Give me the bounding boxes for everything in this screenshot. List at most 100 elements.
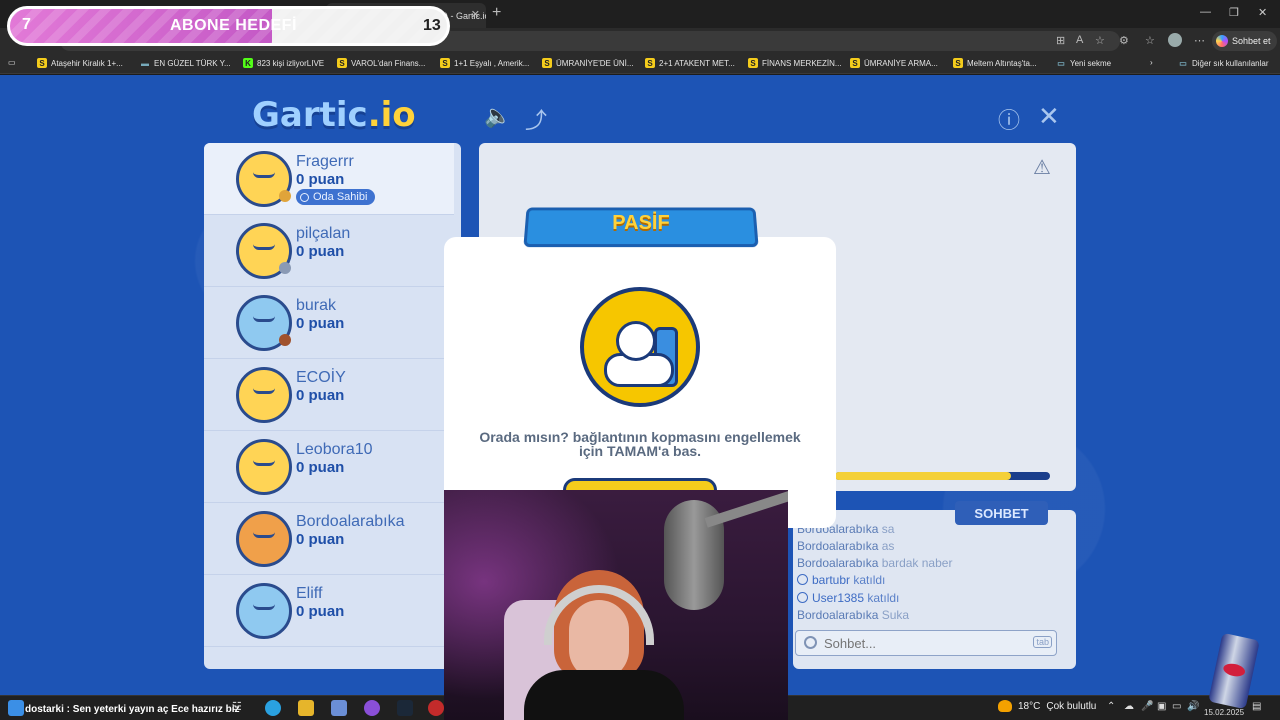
player-name: burak (296, 297, 337, 314)
profile-avatar[interactable] (1168, 33, 1182, 47)
tray-display-icon[interactable]: ▣ (1157, 701, 1166, 712)
round-timer-bar (835, 472, 1050, 480)
sleeping-icon (580, 287, 700, 407)
bookmark-item[interactable]: S 2+1 ATAKENT MET... (645, 58, 735, 68)
logo-suffix: .io (367, 95, 416, 135)
tray-volume-icon[interactable]: 🔊 (1187, 701, 1199, 712)
new-tab-button[interactable]: + (492, 4, 501, 22)
player-row[interactable]: pilçalan 0 puan (204, 215, 454, 287)
app-icon[interactable] (331, 700, 347, 716)
bookmark-item[interactable]: S ÜMRANİYE'DE ÜNİ... (542, 58, 634, 68)
player-score: 0 puan (296, 459, 345, 476)
round-timer-fill (835, 472, 1012, 480)
player-score: 0 puan (296, 243, 345, 260)
copilot-icon (1216, 35, 1228, 47)
player-avatar (236, 583, 292, 639)
weather-desc: Çok bulutlu (1046, 700, 1097, 712)
bookmark-item[interactable]: S FİNANS MERKEZİN... (748, 58, 842, 68)
goal-current: 7 (22, 16, 31, 33)
discord-icon[interactable] (364, 700, 380, 716)
read-aloud-icon[interactable]: A (1076, 34, 1083, 46)
player-row[interactable]: Fragerrr 0 puan Oda Sahibi (204, 143, 454, 215)
player-row[interactable]: ECOİY 0 puan (204, 359, 454, 431)
bookmark-flag-icon: ▬ (141, 58, 149, 68)
bookmark-item[interactable]: S VAROL'dan Finans... (337, 58, 425, 68)
minimize-icon[interactable]: — (1200, 6, 1211, 18)
player-score: 0 puan (296, 171, 345, 188)
chat-message: Bordoalarabıka as (797, 539, 895, 553)
extensions-icon[interactable]: ⚙ (1119, 34, 1129, 47)
player-avatar (236, 439, 292, 495)
modal-title: PASİF (612, 212, 670, 234)
bookmark-item[interactable]: S 1+1 Eşyalı , Amerik... (440, 58, 529, 68)
more-menu-icon[interactable]: ⋯ (1194, 34, 1205, 47)
weather-cloud-icon (998, 700, 1012, 712)
taskbar-date: 15.02.2025 (1204, 708, 1245, 717)
player-avatar (236, 295, 292, 351)
tray-app-icon[interactable]: ☁ (1124, 701, 1134, 712)
sohbet-et-label: Sohbet et (1232, 36, 1271, 46)
favorites-icon[interactable]: ☆ (1145, 34, 1155, 47)
bookmark-item[interactable]: S Ataşehir Kiralık 1+... (37, 58, 123, 68)
player-row[interactable]: Eliff 0 puan (204, 575, 454, 647)
sohbet-et-button[interactable]: Sohbet et (1212, 31, 1277, 51)
modal-message: Orada mısın? bağlantının kopmasını engel… (479, 429, 801, 459)
player-row[interactable]: Bordoalarabıka 0 puan (204, 503, 454, 575)
bookmark-item[interactable]: ▬ EN GÜZEL TÜRK Y... (140, 58, 231, 68)
player-row[interactable]: Leobora10 0 puan (204, 431, 454, 503)
player-name: pilçalan (296, 225, 351, 242)
tray-network-icon[interactable]: ▭ (1172, 701, 1181, 712)
bookmark-s-icon: S (337, 58, 347, 68)
modal-ribbon: PASİF (515, 203, 767, 255)
favorite-star-icon[interactable]: ☆ (1095, 34, 1105, 47)
bookmark-s-icon: S (37, 58, 47, 68)
weather-widget[interactable]: 18°C Çok bulutlu (998, 700, 1096, 712)
bookmark-item[interactable]: S ÜMRANİYE ARMA... (850, 58, 938, 68)
player-name: ECOİY (296, 369, 346, 386)
other-bookmarks[interactable]: ▭ Diğer sık kullanılanlar (1178, 58, 1268, 68)
chat-message: Bordoalarabıka bardak naber (797, 556, 953, 570)
chat-input[interactable] (824, 635, 1024, 651)
info-icon[interactable]: ⓘ (998, 103, 1020, 135)
chevron-right-icon[interactable]: › (1150, 58, 1153, 67)
chat-tab-button[interactable]: SOHBET (955, 501, 1048, 525)
close-window-icon[interactable]: ✕ (1258, 6, 1267, 19)
steam-icon[interactable] (397, 700, 413, 716)
player-avatar (236, 511, 292, 567)
report-warning-icon[interactable]: ⚠ (1033, 155, 1051, 180)
player-avatar (236, 223, 292, 279)
player-name: Bordoalarabıka (296, 513, 405, 530)
bookmarks-bar: ▭ S Ataşehir Kiralık 1+... ▬ EN GÜZEL TÜRK… (0, 54, 1280, 74)
bookmarks-toggle-icon[interactable]: ▭ (8, 58, 16, 67)
file-explorer-icon[interactable] (298, 700, 314, 716)
bookmark-item[interactable]: S Meltem Altıntaş'ta... (953, 58, 1037, 68)
search-icon (804, 636, 817, 649)
chat-join-message: bartubr katıldı (797, 573, 885, 587)
edge-icon[interactable] (265, 700, 281, 716)
gartic-logo: Gartic.io (252, 95, 416, 135)
goal-target: 13 (423, 17, 441, 34)
bookmark-k-icon: K (243, 58, 253, 68)
player-avatar (236, 367, 292, 423)
player-name: Leobora10 (296, 441, 373, 458)
player-name: Fragerrr (296, 153, 354, 170)
bookmark-s-icon: S (850, 58, 860, 68)
player-score: 0 puan (296, 315, 345, 332)
player-row[interactable]: burak 0 puan (204, 287, 454, 359)
bookmark-item[interactable]: K 823 kişi izliyorLIVE (243, 58, 324, 68)
bookmark-item[interactable]: ▭ Yeni sekme (1056, 58, 1111, 68)
player-score: 0 puan (296, 531, 345, 548)
apps-icon[interactable]: ⊞ (1056, 34, 1065, 47)
obs-icon[interactable] (428, 700, 444, 716)
tray-mic-icon[interactable]: 🎤 (1141, 701, 1153, 712)
bookmark-s-icon: S (645, 58, 655, 68)
restore-icon[interactable]: ❐ (1229, 6, 1239, 19)
sound-icon[interactable]: 🔈 (484, 103, 511, 129)
share-icon[interactable]: ⤴ (525, 103, 547, 135)
tray-chevron-icon[interactable]: ⌃ (1107, 701, 1115, 712)
close-tab-icon[interactable]: ✕ (471, 8, 480, 21)
notification-icon[interactable]: ▤ (1252, 701, 1261, 712)
streamer-webcam (444, 490, 788, 720)
close-game-icon[interactable]: ✕ (1038, 101, 1060, 132)
windows-start-icon[interactable] (8, 700, 24, 716)
